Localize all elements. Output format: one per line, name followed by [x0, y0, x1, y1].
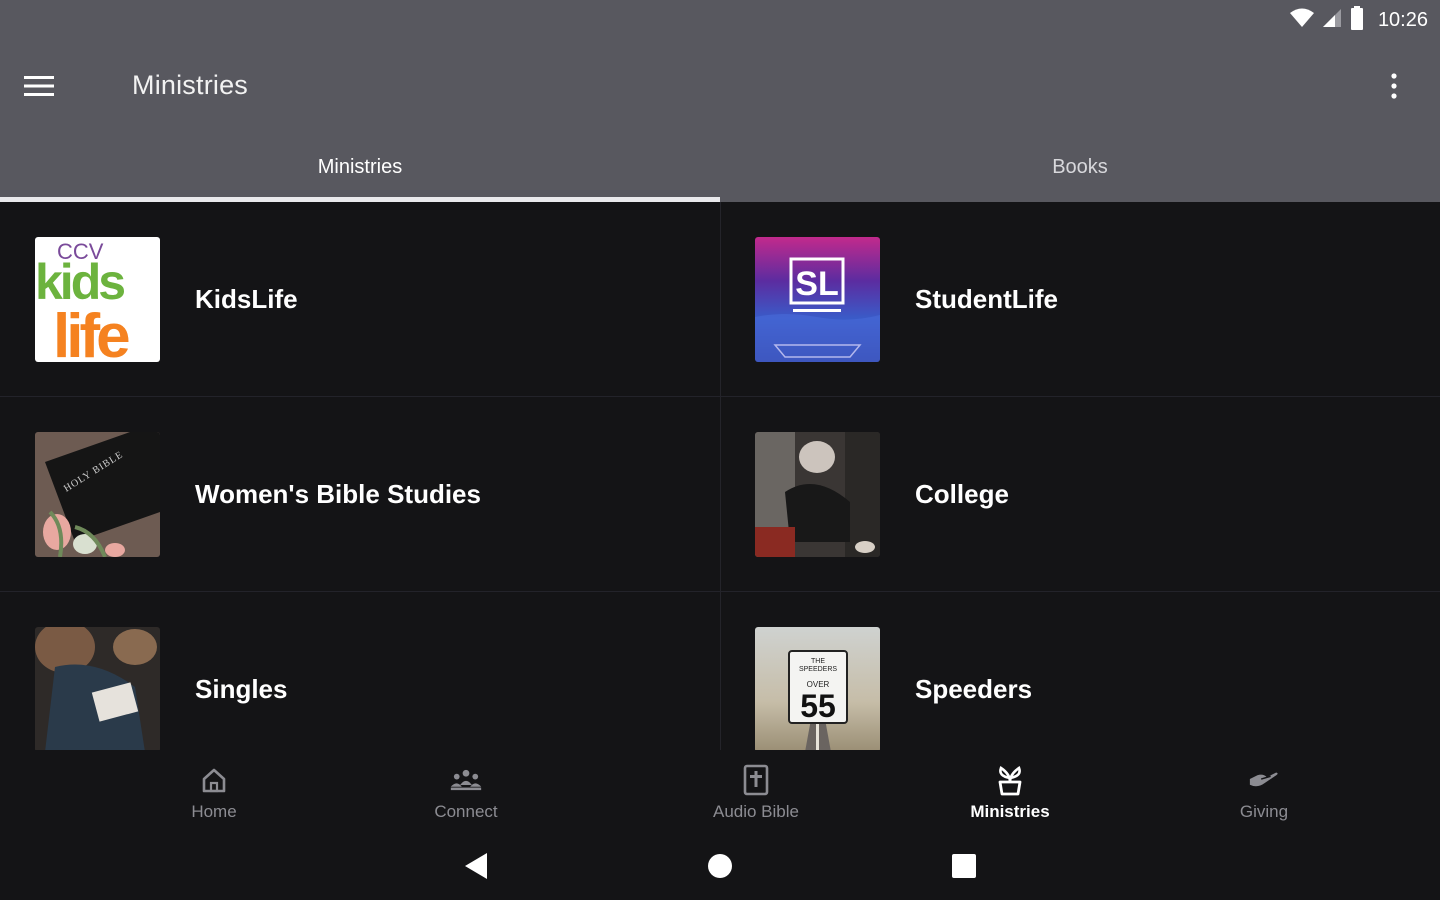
nav-item-giving[interactable]: Giving	[1157, 750, 1371, 832]
ministry-item-speeders[interactable]: THE SPEEDERS OVER 55 Speeders	[722, 592, 1440, 750]
tab-ministries[interactable]: Ministries	[0, 132, 720, 202]
toolbar: Ministries	[0, 50, 1440, 122]
status-time: 10:26	[1377, 8, 1428, 31]
nav-item-connect[interactable]: Connect	[321, 750, 611, 832]
bible-icon	[740, 764, 772, 796]
battery-icon	[1350, 5, 1364, 35]
status-bar: 10:26	[1289, 5, 1428, 35]
speeders-sign-speeders-text: SPEEDERS	[799, 666, 837, 673]
ministry-item-studentlife[interactable]: SL StudentLife	[722, 202, 1440, 397]
wifi-icon	[1289, 8, 1314, 33]
nav-label: Home	[191, 802, 237, 821]
nav-label: Connect	[434, 802, 498, 821]
ministry-item-womens-bible-studies[interactable]: HOLY BIBLE Women's Bible Studies	[0, 397, 720, 592]
app-header: 10:26 Ministries Ministries Books	[0, 0, 1440, 202]
ministry-label: College	[915, 479, 1009, 509]
kidslife-life-text: life	[53, 302, 129, 362]
ministry-item-kidslife[interactable]: CCV kids life KidsLife	[0, 202, 720, 397]
bottom-navigation: Home Connect Audio Bible Ministries Givi…	[0, 750, 1440, 832]
recents-square-icon[interactable]	[944, 846, 984, 886]
home-circle-icon[interactable]	[700, 846, 740, 886]
tab-bar: Ministries Books	[0, 132, 1440, 202]
ministry-label: Speeders	[915, 674, 1033, 704]
nav-label: Audio Bible	[712, 802, 799, 821]
ministry-label: Women's Bible Studies	[195, 479, 481, 509]
tab-books[interactable]: Books	[720, 132, 1440, 202]
ministry-item-college[interactable]: College	[722, 397, 1440, 592]
nav-item-home[interactable]: Home	[107, 750, 321, 832]
cell-signal-icon	[1322, 8, 1342, 33]
kidslife-logo: CCV kids life	[35, 237, 160, 362]
grid-row: HOLY BIBLE Women's Bible Studies College	[0, 397, 1440, 592]
page-title: Ministries	[132, 70, 249, 100]
ministry-label: StudentLife	[915, 284, 1058, 314]
system-navigation-bar	[0, 832, 1440, 900]
studentlife-sl-text: SL	[795, 265, 838, 303]
singles-photo	[35, 627, 160, 750]
plant-icon	[994, 764, 1026, 796]
hamburger-menu-icon[interactable]	[24, 62, 84, 110]
giving-hand-icon	[1248, 764, 1280, 796]
college-photo	[755, 432, 880, 557]
nav-item-ministries[interactable]: Ministries	[903, 750, 1117, 832]
speeders-sign-the-text: THE	[811, 658, 825, 665]
ministries-grid: CCV kids life KidsLife SL StudentLife HO…	[0, 202, 1440, 750]
home-icon	[198, 764, 230, 796]
nav-item-audio-bible[interactable]: Audio Bible	[649, 750, 863, 832]
studentlife-logo: SL	[755, 237, 880, 362]
ministry-label: KidsLife	[195, 284, 298, 314]
more-vert-icon[interactable]	[1376, 64, 1412, 108]
ministry-item-singles[interactable]: Singles	[0, 592, 720, 750]
speeders-sign-55-text: 55	[800, 688, 836, 724]
speeders-sign-photo: THE SPEEDERS OVER 55	[755, 627, 880, 750]
grid-row: Singles THE SPEEDERS OVER 55 Speeders	[0, 592, 1440, 750]
nav-label: Ministries	[970, 802, 1050, 821]
people-icon	[450, 764, 482, 796]
ministry-label: Singles	[195, 674, 288, 704]
back-icon[interactable]	[456, 846, 496, 886]
nav-label: Giving	[1239, 802, 1289, 821]
holy-bible-photo: HOLY BIBLE	[35, 432, 160, 557]
grid-row: CCV kids life KidsLife SL StudentLife	[0, 202, 1440, 397]
